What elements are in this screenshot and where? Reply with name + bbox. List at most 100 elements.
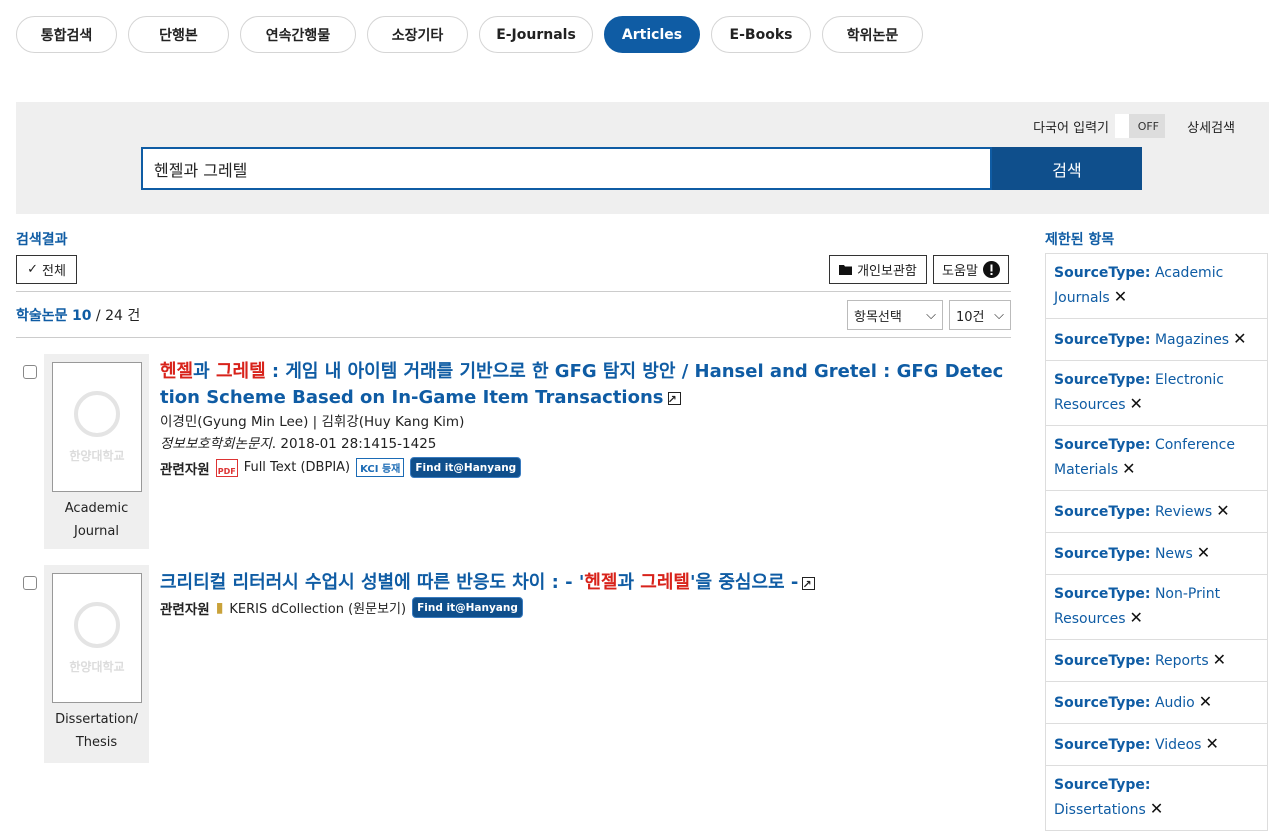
count-total: / 24 건 — [95, 308, 141, 324]
item-title-link[interactable]: 헨젤과 그레텔 : 게임 내 아이템 거래를 기반으로 한 GFG 탐지 방안 … — [160, 359, 1010, 413]
search-button[interactable]: 검색 — [992, 147, 1142, 190]
multilang-toggle[interactable]: OFF — [1115, 114, 1165, 138]
personal-folder-button[interactable]: 개인보관함 — [829, 255, 927, 284]
journal-name: 정보보호학회논문지 — [160, 436, 272, 452]
dcollection-link[interactable]: KERIS dCollection (원문보기) — [229, 598, 406, 617]
resources-label: 관련자원 — [160, 461, 210, 478]
facet-value: News — [1154, 546, 1193, 562]
pdf-icon: PDF — [215, 458, 238, 477]
tab-articles[interactable]: Articles — [604, 16, 700, 53]
check-icon: ✓ — [27, 262, 38, 277]
tab-other[interactable]: 소장기타 — [367, 16, 468, 53]
select-all-button[interactable]: ✓ 전체 — [16, 255, 77, 284]
help-button[interactable]: 도움말 — [933, 255, 1009, 284]
page-size-select[interactable]: 10건 ⌵ — [949, 300, 1011, 330]
facet-key: SourceType: — [1054, 504, 1151, 520]
facet-value: Videos — [1154, 737, 1202, 753]
facet-item[interactable]: SourceType: Reviews ✕ — [1046, 491, 1267, 533]
seal-text: 한양대학교 — [69, 659, 125, 674]
advanced-search-link[interactable]: 상세검색 — [1187, 117, 1235, 136]
seal-text: 한양대학교 — [69, 448, 125, 463]
field-select[interactable]: 항목선택 ⌵ — [847, 300, 943, 330]
findit-button[interactable]: Find it@Hanyang — [410, 457, 522, 478]
resources-label: 관련자원 — [160, 601, 210, 618]
remove-icon[interactable]: ✕ — [1114, 287, 1127, 306]
item-type-line: Academic — [64, 501, 129, 516]
facet-item[interactable]: SourceType: News ✕ — [1046, 533, 1267, 575]
item-type-line: Dissertation/ — [55, 712, 138, 727]
facet-key: SourceType: — [1054, 437, 1151, 453]
item-checkbox[interactable] — [23, 365, 37, 379]
facet-item[interactable]: SourceType: Non-Print Resources ✕ — [1046, 575, 1267, 640]
remove-icon[interactable]: ✕ — [1197, 543, 1210, 562]
facet-item[interactable]: SourceType: Reports ✕ — [1046, 640, 1267, 682]
facet-key: SourceType: — [1054, 695, 1151, 711]
tab-serials[interactable]: 연속간행물 — [240, 16, 356, 53]
facet-item[interactable]: SourceType: Conference Materials ✕ — [1046, 426, 1267, 491]
collection-tabs: 통합검색 단행본 연속간행물 소장기타 E-Journals Articles … — [16, 16, 923, 53]
personal-folder-label: 개인보관함 — [857, 264, 917, 279]
dcollection-icon: ▮ — [215, 599, 224, 616]
facet-item[interactable]: SourceType: Magazines ✕ — [1046, 319, 1267, 361]
title-text: 과 — [617, 572, 641, 593]
fulltext-link[interactable]: Full Text (DBPIA) — [244, 460, 350, 475]
university-seal-icon — [74, 390, 120, 437]
remove-icon[interactable]: ✕ — [1199, 692, 1212, 711]
item-checkbox[interactable] — [23, 576, 37, 590]
highlight-term: 그레텔 — [640, 572, 690, 593]
facet-key: SourceType: — [1054, 546, 1151, 562]
tab-books[interactable]: 단행본 — [128, 16, 229, 53]
kci-badge[interactable]: KCI 등재 — [356, 458, 405, 477]
facet-value: Audio — [1154, 695, 1195, 711]
divider — [16, 291, 1011, 292]
cover-image: 한양대학교 — [52, 362, 142, 492]
remove-icon[interactable]: ✕ — [1205, 734, 1218, 753]
facet-value: Dissertations — [1054, 802, 1146, 818]
pub-info: . 2018-01 28:1415-1425 — [271, 436, 437, 452]
tab-ebooks[interactable]: E-Books — [711, 16, 811, 53]
title-text: : 게임 내 아이템 거래를 기반으로 한 GFG 탐지 방안 / Hansel… — [160, 361, 1004, 408]
facet-item[interactable]: SourceType: Videos ✕ — [1046, 724, 1267, 766]
field-select-value: 항목선택 — [854, 309, 902, 325]
external-link-icon[interactable] — [667, 387, 681, 413]
tab-theses[interactable]: 학위논문 — [822, 16, 923, 53]
remove-icon[interactable]: ✕ — [1216, 501, 1229, 520]
item-type: Academic Journal — [44, 497, 149, 543]
title-text: 과 — [193, 361, 216, 382]
remove-icon[interactable]: ✕ — [1150, 799, 1163, 818]
external-link-icon[interactable] — [802, 572, 816, 598]
remove-icon[interactable]: ✕ — [1122, 459, 1135, 478]
facet-item[interactable]: SourceType: Dissertations ✕ — [1046, 766, 1267, 831]
count-shown: 10 — [71, 308, 92, 324]
remove-icon[interactable]: ✕ — [1130, 608, 1143, 627]
cover-image: 한양대학교 — [52, 573, 142, 703]
remove-icon[interactable]: ✕ — [1213, 650, 1226, 669]
tab-ejournals[interactable]: E-Journals — [479, 16, 593, 53]
alert-icon — [982, 261, 1000, 278]
select-all-label: 전체 — [41, 264, 66, 279]
remove-icon[interactable]: ✕ — [1130, 394, 1143, 413]
facet-item[interactable]: SourceType: Academic Journals ✕ — [1046, 254, 1267, 319]
facet-key: SourceType: — [1054, 777, 1151, 793]
item-title-link[interactable]: 크리티컬 리터러시 수업시 성별에 따른 반응도 차이 : - '헨젤과 그레텔… — [160, 570, 1010, 598]
title-text: 크리티컬 리터러시 수업시 성별에 따른 반응도 차이 : - ' — [160, 572, 585, 593]
search-input[interactable]: 헨젤과 그레텔 — [141, 147, 992, 190]
item-thumbnail: 한양대학교 Academic Journal — [44, 354, 149, 549]
facet-list: SourceType: Academic Journals ✕ SourceTyp… — [1045, 253, 1268, 831]
findit-button[interactable]: Find it@Hanyang — [412, 597, 523, 618]
item-type-line: Journal — [74, 524, 119, 539]
tab-integrated[interactable]: 통합검색 — [16, 16, 117, 53]
title-text: '을 중심으로 - — [689, 572, 799, 593]
facet-value: Reports — [1154, 653, 1209, 669]
facet-key: SourceType: — [1054, 737, 1151, 753]
facet-item[interactable]: SourceType: Electronic Resources ✕ — [1046, 361, 1267, 426]
university-seal-icon — [74, 601, 120, 648]
help-label: 도움말 — [942, 264, 978, 279]
highlight-term: 그레텔 — [215, 361, 266, 382]
facet-item[interactable]: SourceType: Audio ✕ — [1046, 682, 1267, 724]
facet-key: SourceType: — [1054, 265, 1151, 281]
folder-icon — [839, 265, 853, 275]
item-authors: 이경민(Gyung Min Lee) | 김휘강(Huy Kang Kim) — [160, 414, 465, 430]
remove-icon[interactable]: ✕ — [1233, 329, 1246, 348]
item-type-line: Thesis — [75, 735, 118, 750]
